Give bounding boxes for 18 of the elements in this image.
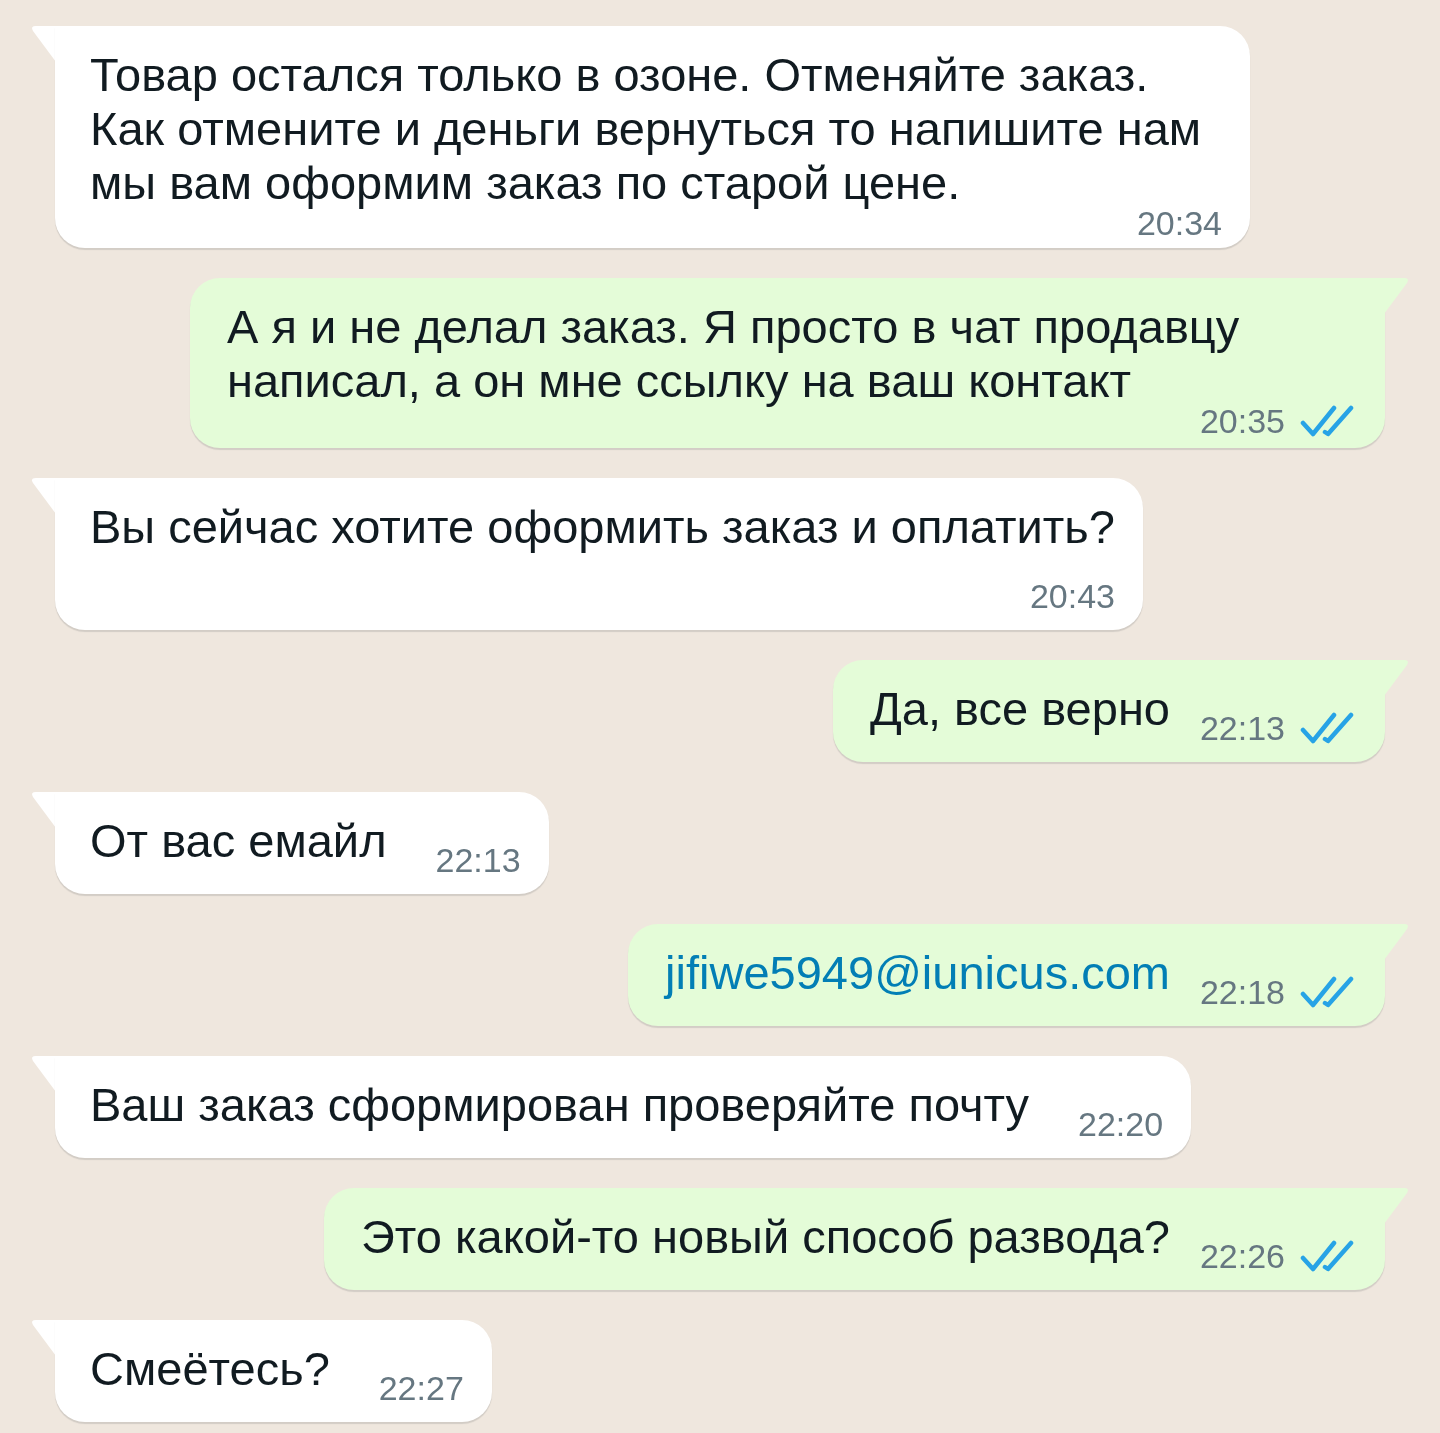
message-text: Ваш заказ сформирован проверяйте почту: [90, 1078, 1030, 1131]
message-time: 22:18: [1199, 979, 1285, 1005]
message-time: 22:13: [1199, 715, 1285, 741]
message-text: Это какой-то новый способ развода?: [361, 1210, 1170, 1263]
message-time: 22:20: [1077, 1111, 1164, 1137]
message-text: Да, все верно: [869, 682, 1170, 735]
message-time: 20:34: [1136, 210, 1222, 236]
message-time: 22:26: [1199, 1243, 1285, 1269]
message-text: От вас емайл: [90, 814, 387, 867]
message-time: 20:43: [1029, 583, 1115, 609]
email-link[interactable]: jifiwe5949@iunicus.com: [665, 946, 1170, 999]
message-text: Вы сейчас хотите оформить заказ и оплатить?: [90, 500, 1115, 553]
message-time: 22:13: [435, 847, 521, 873]
message-time: 20:35: [1199, 408, 1285, 434]
message-time: 22:27: [378, 1375, 464, 1401]
message-text: А я и не делал заказ. Я просто в чат продавцу написал, а он мне ссылку на ваш контакт: [227, 300, 1240, 407]
message-text: Смеётесь?: [90, 1342, 330, 1395]
message-text: Товар остался только в озоне. Отменяйте заказ. Как отмените и деньги вернуться то напишите нам мы вам оформим заказ по старой цене.: [90, 48, 1202, 209]
